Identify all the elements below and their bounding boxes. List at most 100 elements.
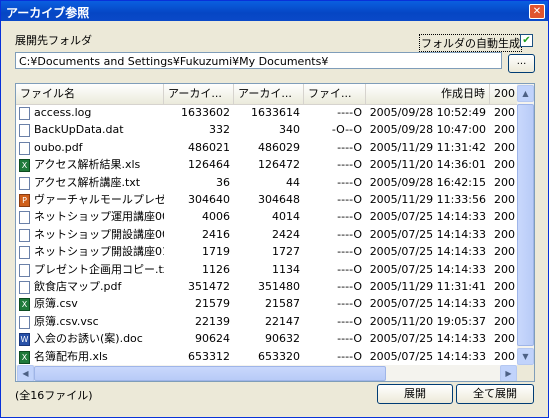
file-list[interactable]: ファイル名 アーカイ... アーカイ... ファイ... 作成日時 200 ac…: [15, 83, 535, 382]
table-row[interactable]: oubo.pdf 486021 486029 ----O 2005/11/29 11:3…: [16, 140, 517, 156]
auto-folder-label[interactable]: フォルダの自動生成: [419, 34, 522, 52]
created-cell: 2005/09/28 10:52:49: [369, 106, 486, 119]
table-row[interactable]: X 原簿.csv 21579 21587 ----O 2005/07/25 14:14:3…: [16, 296, 517, 312]
file-name-cell: ネットショップ開設講座00...: [34, 227, 164, 241]
table-row[interactable]: X 名簿配布用.xls 653312 653320 ----O 2005/07/25 14…: [16, 349, 517, 365]
extra-cell: 200: [494, 349, 515, 363]
archive-browser-window: アーカイブ参照 ✕ 展開先フォルダ フォルダの自動生成 ✔ C:¥Documen…: [0, 0, 549, 418]
extra-cell: 200: [494, 158, 515, 172]
attr-cell: ----O: [337, 297, 362, 311]
file-type-icon: X: [19, 159, 30, 173]
archive-size-cell: 351472: [188, 280, 230, 293]
created-cell: 2005/07/25 14:14:33: [369, 297, 486, 311]
file-name-cell: 入会のお誘い(案).doc: [34, 332, 143, 346]
table-row[interactable]: ネットショップ開設講座01... 1719 1727 ----O 2005/07/25 …: [16, 244, 517, 260]
file-type-icon: [19, 315, 30, 329]
table-row[interactable]: BackUpData.dat 332 340 -O--O 2005/09/28 10:4…: [16, 122, 517, 138]
window-title: アーカイブ参照: [6, 6, 90, 20]
table-row[interactable]: ネットショップ開設講座00... 2416 2424 ----O 2005/07/25 …: [16, 227, 517, 243]
file-type-icon: X: [19, 350, 30, 364]
archive-size2-cell: 1633614: [251, 106, 300, 119]
col-header-attr[interactable]: ファイ...: [304, 84, 366, 104]
table-row[interactable]: ネットショップ運用講座00... 4006 4014 ----O 2005/07/25 …: [16, 209, 517, 225]
archive-size2-cell: 22147: [265, 314, 300, 328]
scroll-down-button[interactable]: ▼: [517, 348, 534, 365]
created-cell: 2005/11/29 11:31:41: [369, 280, 486, 293]
file-type-icon: [19, 246, 30, 260]
table-row[interactable]: 原簿.csv.vsc 22139 22147 ----O 2005/11/20 19:0…: [16, 314, 517, 330]
file-name-cell: ヴァーチャルモールプレゼン...: [34, 193, 164, 206]
col-header-archive-size2[interactable]: アーカイ...: [234, 84, 304, 104]
table-row[interactable]: W 入会のお誘い(案).doc 90624 90632 ----O 2005/07/25 …: [16, 331, 517, 347]
col-header-extra[interactable]: 200: [490, 84, 517, 104]
attr-cell: ----O: [337, 245, 362, 259]
extra-cell: 200: [494, 123, 515, 137]
file-name-cell: oubo.pdf: [34, 140, 83, 154]
file-name-cell: 原簿.csv: [34, 297, 78, 311]
attr-cell: ----O: [337, 349, 362, 363]
file-name-cell: ネットショップ運用講座00...: [34, 210, 164, 224]
auto-folder-checkbox[interactable]: ✔: [520, 34, 533, 47]
file-count-status: (全16ファイル): [15, 389, 93, 402]
file-name-cell: BackUpData.dat: [34, 123, 124, 137]
attr-cell: ----O: [337, 175, 362, 189]
file-name-cell: 名簿配布用.xls: [34, 349, 108, 363]
attr-cell: ----O: [337, 106, 362, 119]
created-cell: 2005/09/28 16:42:15: [369, 175, 486, 189]
archive-size2-cell: 1134: [272, 262, 300, 276]
file-type-icon: [19, 141, 30, 155]
scroll-left-button[interactable]: ◀: [17, 365, 34, 381]
table-row[interactable]: 飲食店マップ.pdf 351472 351480 ----O 2005/11/29 11…: [16, 279, 517, 295]
horizontal-scrollbar[interactable]: ◀ ▶: [16, 365, 517, 381]
dest-folder-label: 展開先フォルダ: [15, 34, 92, 47]
attr-cell: ----O: [337, 140, 362, 154]
extract-button[interactable]: 展開: [377, 384, 453, 404]
attr-cell: ----O: [337, 332, 362, 346]
extract-all-button[interactable]: 全て展開: [456, 384, 534, 404]
browse-button[interactable]: ...: [508, 54, 535, 73]
vertical-scrollbar[interactable]: ▲ ▼: [517, 84, 534, 365]
created-cell: 2005/09/28 10:47:00: [369, 123, 486, 137]
file-type-icon: P: [19, 194, 30, 207]
archive-size2-cell: 4014: [272, 210, 300, 224]
attr-cell: ----O: [337, 158, 362, 172]
file-type-icon: [19, 211, 30, 225]
col-header-created[interactable]: 作成日時: [366, 84, 490, 104]
extra-cell: 200: [494, 262, 515, 276]
extra-cell: 200: [494, 106, 515, 119]
extra-cell: 200: [494, 332, 515, 346]
scroll-up-button[interactable]: ▲: [517, 85, 534, 102]
created-cell: 2005/07/25 14:14:33: [369, 262, 486, 276]
archive-size-cell: 1126: [202, 262, 230, 276]
col-header-name[interactable]: ファイル名: [16, 84, 164, 104]
archive-size2-cell: 351480: [258, 280, 300, 293]
horizontal-scroll-thumb[interactable]: [34, 366, 386, 381]
table-row[interactable]: X アクセス解析結果.xls 126464 126472 ----O 2005/11/20…: [16, 157, 517, 173]
title-bar[interactable]: アーカイブ参照 ✕: [1, 1, 548, 21]
extra-cell: 200: [494, 210, 515, 224]
archive-size-cell: 90624: [195, 332, 230, 346]
scroll-right-button[interactable]: ▶: [500, 365, 517, 381]
table-row[interactable]: プレゼント企画用コピー.txt 1126 1134 ----O 2005/07/25 1…: [16, 262, 517, 278]
extra-cell: 200: [494, 227, 515, 241]
file-type-icon: X: [19, 298, 30, 312]
close-button[interactable]: ✕: [529, 4, 545, 19]
attr-cell: -O--O: [331, 123, 362, 137]
created-cell: 2005/07/25 14:14:33: [369, 210, 486, 224]
dest-path-input[interactable]: C:¥Documents and Settings¥Fukuzumi¥My Do…: [15, 52, 502, 69]
created-cell: 2005/07/25 14:14:33: [369, 227, 486, 241]
archive-size-cell: 332: [209, 123, 230, 137]
archive-size-cell: 126464: [188, 158, 230, 172]
table-row[interactable]: access.log 1633602 1633614 ----O 2005/09/28 …: [16, 105, 517, 121]
created-cell: 2005/07/25 14:14:33: [369, 332, 486, 346]
col-header-archive-size[interactable]: アーカイ...: [164, 84, 234, 104]
attr-cell: ----O: [337, 193, 362, 206]
archive-size-cell: 1633602: [181, 106, 230, 119]
list-header: ファイル名 アーカイ... アーカイ... ファイ... 作成日時 200: [16, 84, 517, 105]
archive-size-cell: 1719: [202, 245, 230, 259]
file-name-cell: アクセス解析結果.xls: [34, 158, 141, 172]
vertical-scroll-thumb[interactable]: [517, 104, 534, 346]
table-row[interactable]: アクセス解析講座.txt 36 44 ----O 2005/09/28 16:42:15…: [16, 175, 517, 191]
extra-cell: 200: [494, 314, 515, 328]
table-row[interactable]: P ヴァーチャルモールプレゼン... 304640 304648 ----O 2005/1…: [16, 192, 517, 208]
